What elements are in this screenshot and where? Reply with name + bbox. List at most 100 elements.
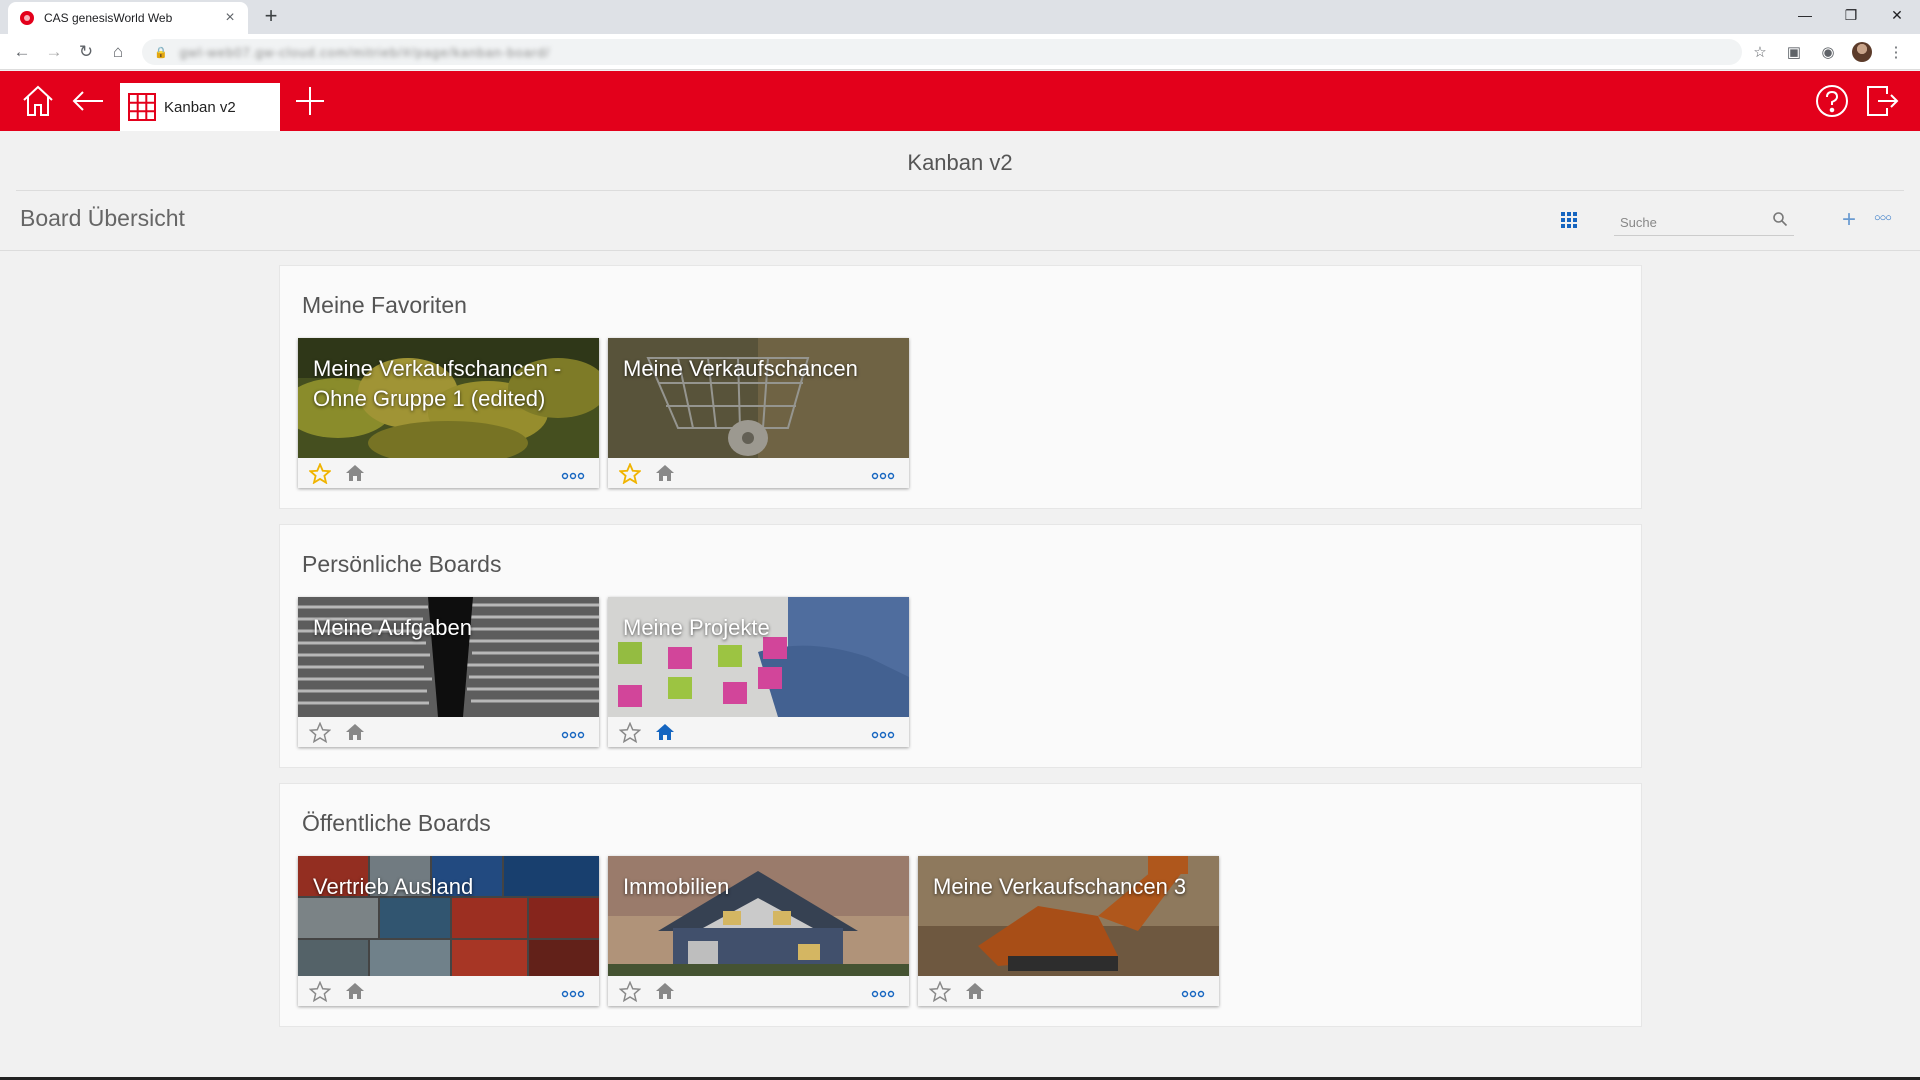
reload-icon[interactable]: ↻: [70, 36, 102, 68]
home-board-icon[interactable]: [655, 982, 675, 1005]
favicon-icon: [20, 11, 34, 25]
add-board-icon[interactable]: +: [1842, 208, 1856, 232]
page-title: Kanban v2: [907, 150, 1013, 175]
board-title: Meine Verkaufschancen - Ohne Gruppe 1 (e…: [313, 356, 562, 411]
tab-kanban-v2[interactable]: Kanban v2: [120, 83, 280, 131]
section-title: Meine Favoriten: [302, 292, 467, 318]
section-title: Persönliche Boards: [302, 551, 502, 577]
board-cards: Vertrieb Ausland Immobilien Meine Verkau…: [298, 856, 1219, 1006]
board-title: Meine Projekte: [623, 615, 770, 640]
divider: [0, 250, 1920, 251]
home-icon[interactable]: [16, 71, 60, 131]
board-image-shopping-cart: Meine Verkaufschancen: [608, 338, 909, 458]
home-board-icon[interactable]: [345, 982, 365, 1005]
board-cards: Meine Verkaufschancen - Ohne Gruppe 1 (e…: [298, 338, 909, 488]
card-menu-icon[interactable]: [871, 467, 895, 485]
home-board-icon[interactable]: [345, 723, 365, 746]
board-image-kanban-desk: Meine Projekte: [608, 597, 909, 717]
home-board-active-icon[interactable]: [655, 723, 675, 746]
app-tab-label: Kanban v2: [164, 98, 236, 116]
browser-home-icon[interactable]: ⌂: [102, 36, 134, 68]
forward-arrow-icon[interactable]: →: [38, 36, 70, 68]
board-card[interactable]: Meine Verkaufschancen - Ohne Gruppe 1 (e…: [298, 338, 599, 488]
kanban-grid-icon: [128, 93, 156, 121]
star-filled-icon[interactable]: [308, 462, 332, 489]
board-card[interactable]: Meine Projekte: [608, 597, 909, 747]
section-personal-boards: Persönliche Boards Meine Aufgaben Meine …: [279, 524, 1642, 768]
board-image-paper-stacks: Meine Aufgaben: [298, 597, 599, 717]
card-footer: [298, 976, 599, 1006]
card-footer: [608, 458, 909, 488]
card-menu-icon[interactable]: [561, 467, 585, 485]
board-image-bananas: Meine Verkaufschancen - Ohne Gruppe 1 (e…: [298, 338, 599, 458]
browser-tab-strip: CAS genesisWorld Web × + — ❐ ✕: [0, 0, 1920, 34]
browser-tab[interactable]: CAS genesisWorld Web ×: [8, 2, 248, 34]
star-outline-icon[interactable]: [308, 721, 332, 748]
search-icon[interactable]: [1772, 211, 1788, 232]
bookmark-star-icon[interactable]: ☆: [1746, 38, 1774, 66]
board-overview-heading: Board Übersicht: [20, 205, 185, 231]
section-favorites: Meine Favoriten Meine Verkaufschancen - …: [279, 265, 1642, 509]
lock-icon: 🔒: [154, 46, 168, 59]
card-menu-icon[interactable]: [561, 985, 585, 1003]
profile-avatar[interactable]: [1848, 38, 1876, 66]
board-title: Immobilien: [623, 874, 730, 899]
more-options-icon[interactable]: ○○○: [1874, 212, 1892, 224]
board-title: Meine Verkaufschancen: [623, 356, 858, 381]
board-card[interactable]: Meine Verkaufschancen 3: [918, 856, 1219, 1006]
window-controls: — ❐ ✕: [1782, 0, 1920, 30]
star-outline-icon[interactable]: [618, 721, 642, 748]
card-menu-icon[interactable]: [871, 726, 895, 744]
board-image-excavator: Meine Verkaufschancen 3: [918, 856, 1219, 976]
back-icon[interactable]: [66, 71, 110, 131]
new-tab-button[interactable]: +: [258, 4, 284, 30]
extension-icon[interactable]: ◉: [1814, 38, 1842, 66]
browser-tab-title: CAS genesisWorld Web: [44, 11, 173, 25]
board-title: Vertrieb Ausland: [313, 874, 474, 899]
cast-icon[interactable]: ▣: [1780, 38, 1808, 66]
minimize-icon[interactable]: —: [1782, 0, 1828, 30]
browser-menu-icon[interactable]: ⋮: [1882, 38, 1910, 66]
logout-icon[interactable]: [1862, 71, 1902, 131]
app-header: Kanban v2: [0, 71, 1920, 131]
add-tab-icon[interactable]: [290, 71, 330, 131]
help-icon[interactable]: [1812, 71, 1852, 131]
star-filled-icon[interactable]: [618, 462, 642, 489]
home-board-icon[interactable]: [655, 464, 675, 487]
back-arrow-icon[interactable]: ←: [6, 36, 38, 68]
home-board-icon[interactable]: [965, 982, 985, 1005]
board-card[interactable]: Vertrieb Ausland: [298, 856, 599, 1006]
card-menu-icon[interactable]: [561, 726, 585, 744]
grid-view-icon[interactable]: [1561, 212, 1577, 228]
board-cards: Meine Aufgaben Meine Projekte: [298, 597, 909, 747]
restore-icon[interactable]: ❐: [1828, 0, 1874, 30]
browser-toolbar: ← → ↻ ⌂ 🔒 gwl-web07.gw-cloud.com/mitrieb…: [0, 34, 1920, 70]
card-footer: [298, 717, 599, 747]
star-outline-icon[interactable]: [618, 980, 642, 1007]
board-card[interactable]: Immobilien: [608, 856, 909, 1006]
divider: [16, 190, 1904, 191]
url-text: gwl-web07.gw-cloud.com/mitrieb/#/page/ka…: [179, 44, 551, 60]
section-title: Öffentliche Boards: [302, 810, 491, 836]
card-menu-icon[interactable]: [871, 985, 895, 1003]
board-title: Meine Aufgaben: [313, 615, 473, 640]
board-title: Meine Verkaufschancen 3: [933, 874, 1187, 899]
close-tab-icon[interactable]: ×: [222, 9, 238, 27]
board-card[interactable]: Meine Aufgaben: [298, 597, 599, 747]
card-footer: [608, 976, 909, 1006]
search-field: [1614, 210, 1794, 236]
star-outline-icon[interactable]: [928, 980, 952, 1007]
card-footer: [918, 976, 1219, 1006]
close-window-icon[interactable]: ✕: [1874, 0, 1920, 30]
board-image-containers: Vertrieb Ausland: [298, 856, 599, 976]
board-card[interactable]: Meine Verkaufschancen: [608, 338, 909, 488]
card-menu-icon[interactable]: [1181, 985, 1205, 1003]
star-outline-icon[interactable]: [308, 980, 332, 1007]
address-bar[interactable]: 🔒 gwl-web07.gw-cloud.com/mitrieb/#/page/…: [142, 39, 1742, 65]
card-footer: [608, 717, 909, 747]
search-input[interactable]: [1614, 210, 1764, 234]
home-board-icon[interactable]: [345, 464, 365, 487]
card-footer: [298, 458, 599, 488]
board-image-house: Immobilien: [608, 856, 909, 976]
section-public-boards: Öffentliche Boards Vertrieb Ausland Immo…: [279, 783, 1642, 1027]
